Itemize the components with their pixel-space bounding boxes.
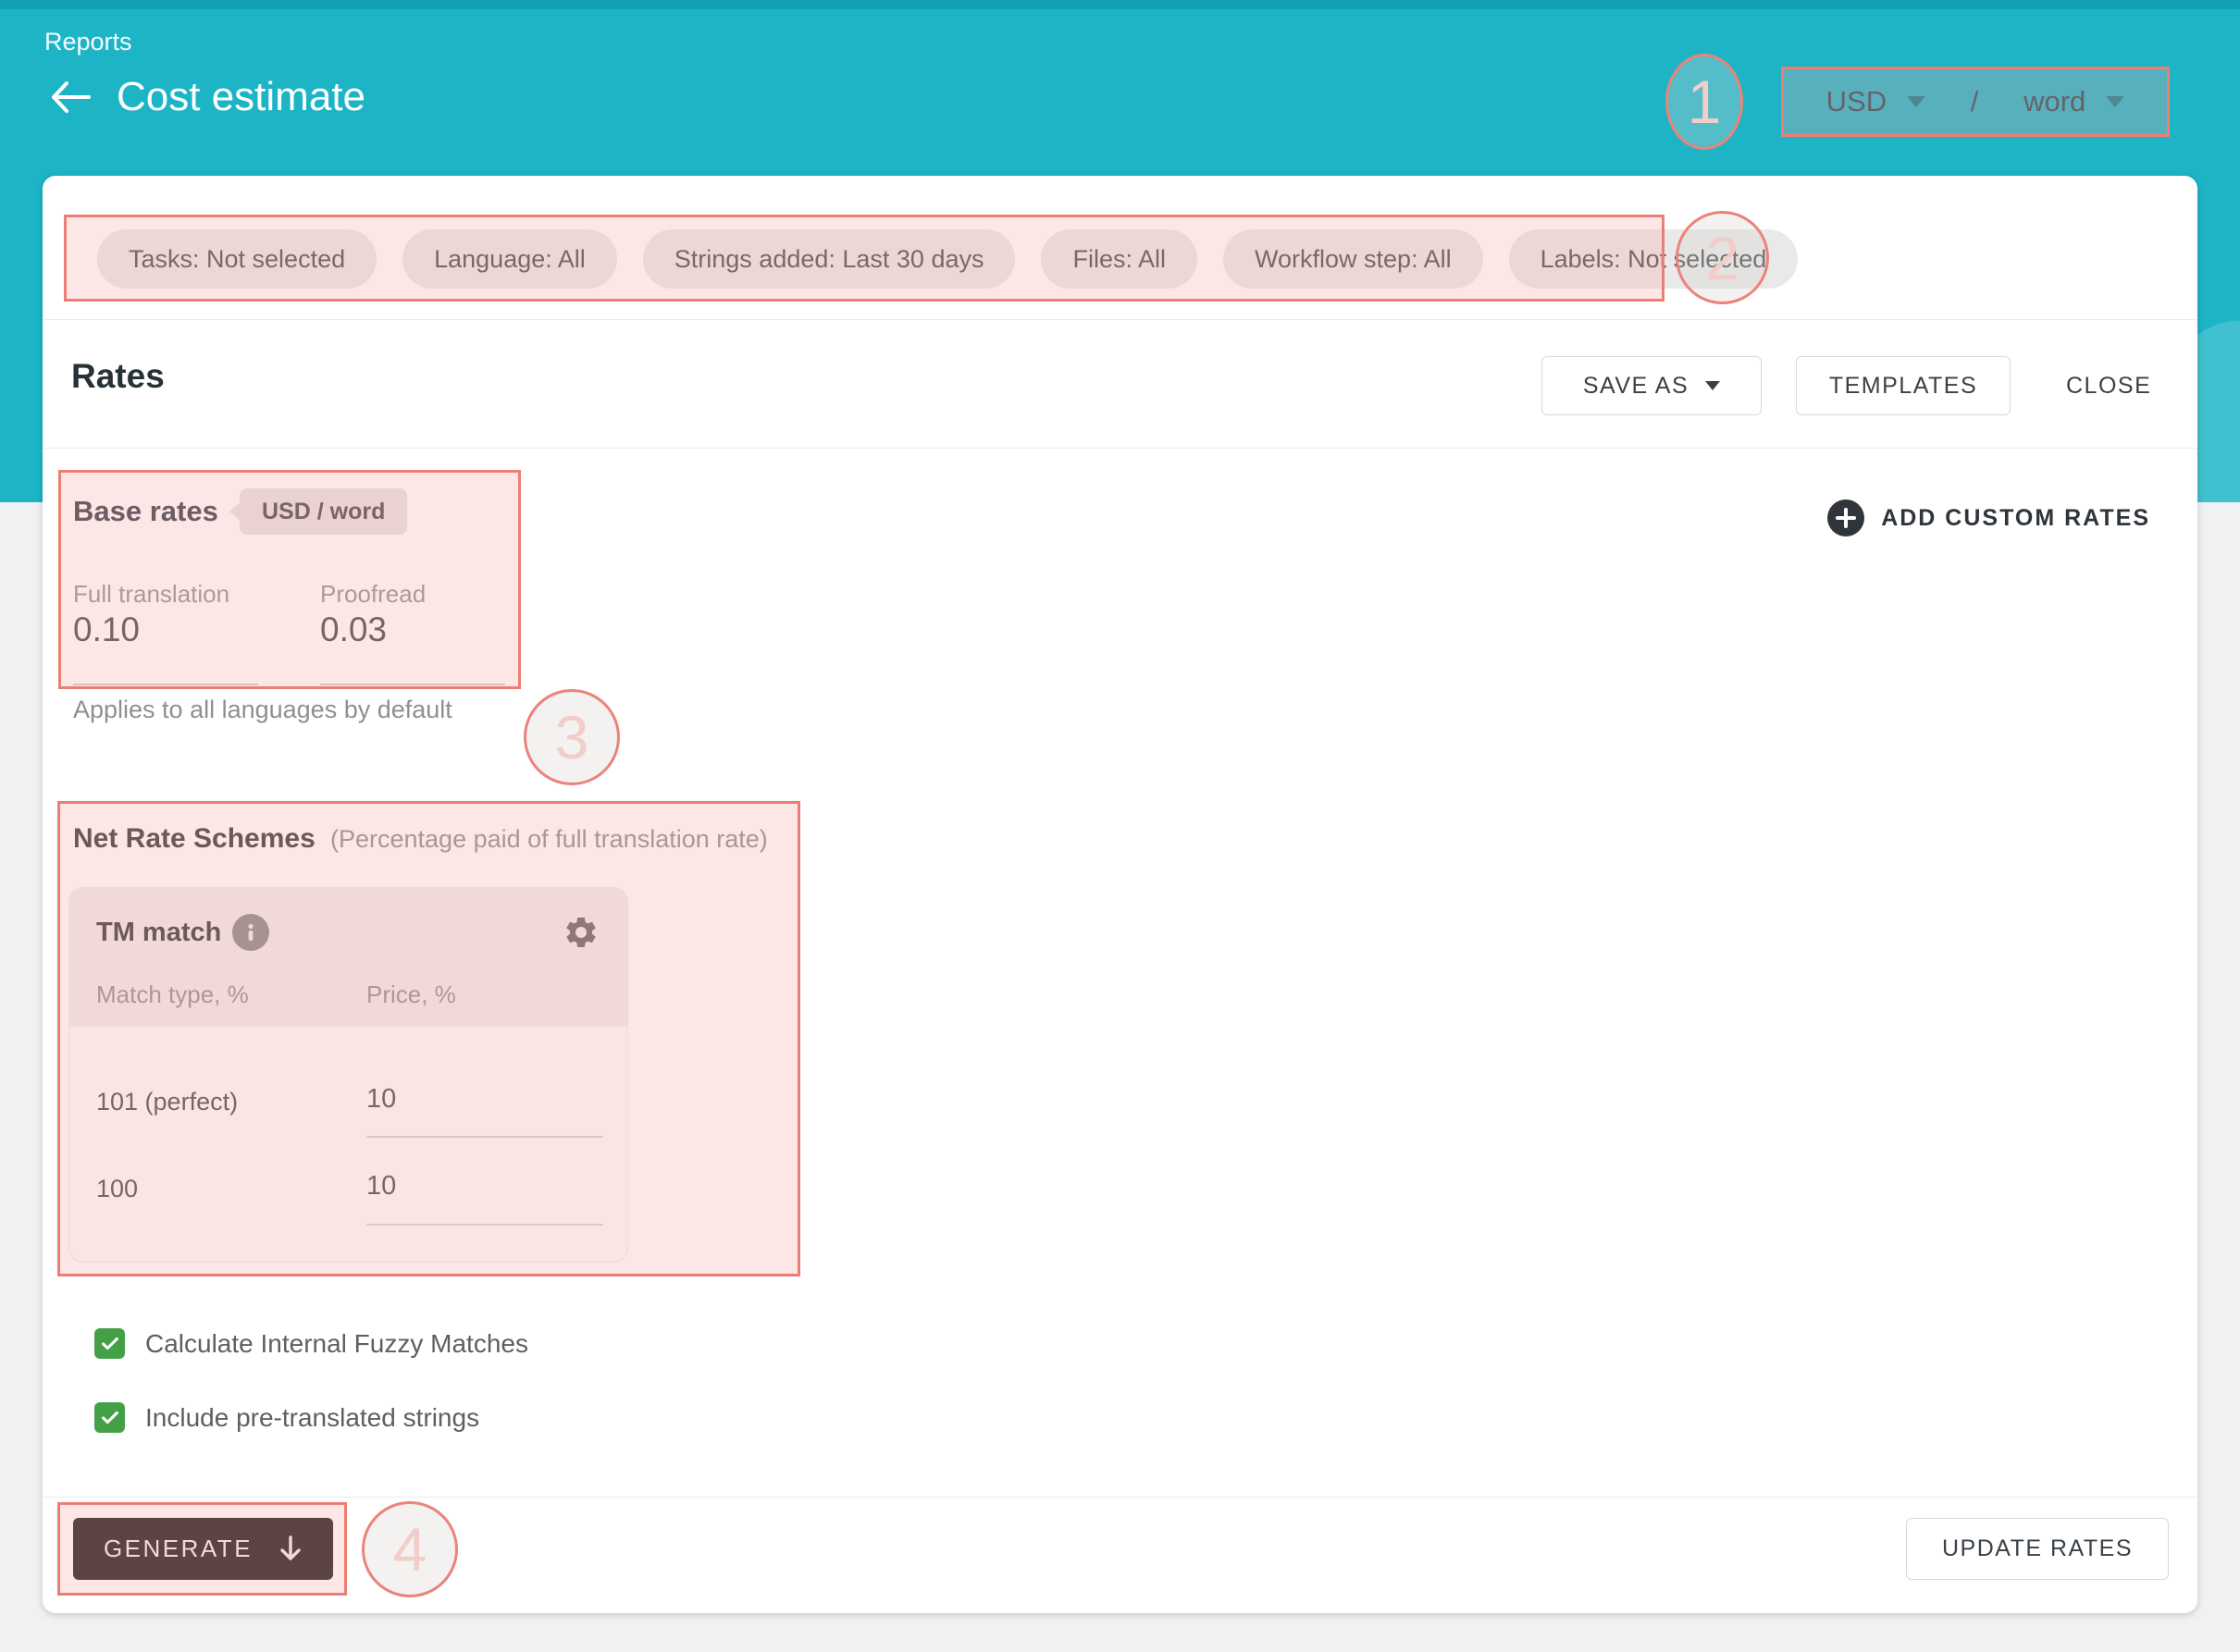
update-rates-label: UPDATE RATES [1942,1535,2133,1562]
full-translation-label: Full translation [73,580,229,609]
unit-value: word [2023,85,2085,118]
separator: / [1971,85,1979,118]
base-rates-note: Applies to all languages by default [73,696,452,724]
price-input-100[interactable]: 10 [366,1171,396,1202]
save-as-button[interactable]: SAVE AS [1541,356,1762,415]
footer-divider [43,1497,2197,1498]
match-type-100: 100 [96,1175,138,1203]
update-rates-button[interactable]: UPDATE RATES [1906,1518,2169,1580]
unit-chip-label: USD / word [262,499,385,525]
base-rates-title: Base rates [73,495,218,528]
filters-row: Tasks: Not selected Language: All String… [97,229,1798,289]
templates-button[interactable]: TEMPLATES [1796,356,2011,415]
filter-chip-workflow-step[interactable]: Workflow step: All [1223,229,1483,289]
generate-label: GENERATE [104,1535,253,1563]
price-column-header: Price, % [366,980,456,1009]
proofread-label: Proofread [320,580,426,609]
input-underline [320,684,505,685]
divider [43,319,2197,320]
generate-button[interactable]: GENERATE [73,1518,333,1580]
save-as-label: SAVE AS [1583,373,1689,400]
checkbox-checked-icon[interactable] [94,1402,125,1433]
chevron-down-icon [1705,381,1720,390]
title-row: Cost estimate [48,74,365,120]
match-type-101: 101 (perfect) [96,1088,238,1116]
fuzzy-matches-checkbox-row[interactable]: Calculate Internal Fuzzy Matches [94,1328,528,1359]
filter-chip-labels[interactable]: Labels: Not selected [1509,229,1799,289]
page-title: Cost estimate [117,74,365,120]
input-underline [73,684,258,685]
chevron-down-icon [1907,96,1925,107]
plus-circle-icon [1827,499,1864,536]
arrow-left-icon [50,80,91,114]
breadcrumb[interactable]: Reports [44,28,132,56]
tm-match-card: TM match Match type, % Price, % 101 (per… [68,887,628,1263]
pre-translated-checkbox-row[interactable]: Include pre-translated strings [94,1402,479,1433]
checkbox-checked-icon[interactable] [94,1328,125,1359]
close-button[interactable]: CLOSE [2066,373,2151,400]
divider [43,448,2197,449]
cost-estimate-page: Reports Cost estimate USD / word T [0,0,2240,1652]
full-translation-input[interactable]: 0.10 [73,610,140,649]
download-arrow-icon [278,1535,303,1563]
fuzzy-matches-label: Calculate Internal Fuzzy Matches [145,1329,528,1359]
gear-icon[interactable] [563,914,600,951]
info-icon[interactable] [232,914,269,951]
filter-chip-tasks[interactable]: Tasks: Not selected [97,229,377,289]
chevron-down-icon [2106,96,2124,107]
top-strip [0,0,2240,9]
rates-section-title: Rates [71,357,165,396]
add-custom-rates-button[interactable]: ADD CUSTOM RATES [1827,499,2150,536]
proofread-input[interactable]: 0.03 [320,610,387,649]
input-underline [366,1136,603,1138]
input-underline [366,1224,603,1226]
net-rate-schemes-title: Net Rate Schemes [73,823,316,855]
match-type-column-header: Match type, % [96,980,249,1009]
unit-dropdown[interactable]: word [2023,85,2124,118]
filter-chip-language[interactable]: Language: All [402,229,617,289]
add-custom-rates-label: ADD CUSTOM RATES [1881,505,2150,532]
filter-chip-files[interactable]: Files: All [1041,229,1197,289]
chip-arrow-left-icon [229,501,241,522]
tm-match-title: TM match [96,918,221,948]
price-input-101[interactable]: 10 [366,1084,396,1115]
pre-translated-label: Include pre-translated strings [145,1403,479,1433]
currency-unit-selector: USD / word [1781,67,2170,137]
currency-value: USD [1826,85,1887,118]
templates-label: TEMPLATES [1829,373,1977,400]
base-rates-unit-chip: USD / word [240,488,407,535]
currency-dropdown[interactable]: USD [1826,85,1925,118]
filter-chip-strings-added[interactable]: Strings added: Last 30 days [643,229,1016,289]
net-rate-schemes-subtitle: (Percentage paid of full translation rat… [330,825,768,854]
report-card: Tasks: Not selected Language: All String… [43,176,2197,1613]
back-button[interactable] [48,75,93,119]
